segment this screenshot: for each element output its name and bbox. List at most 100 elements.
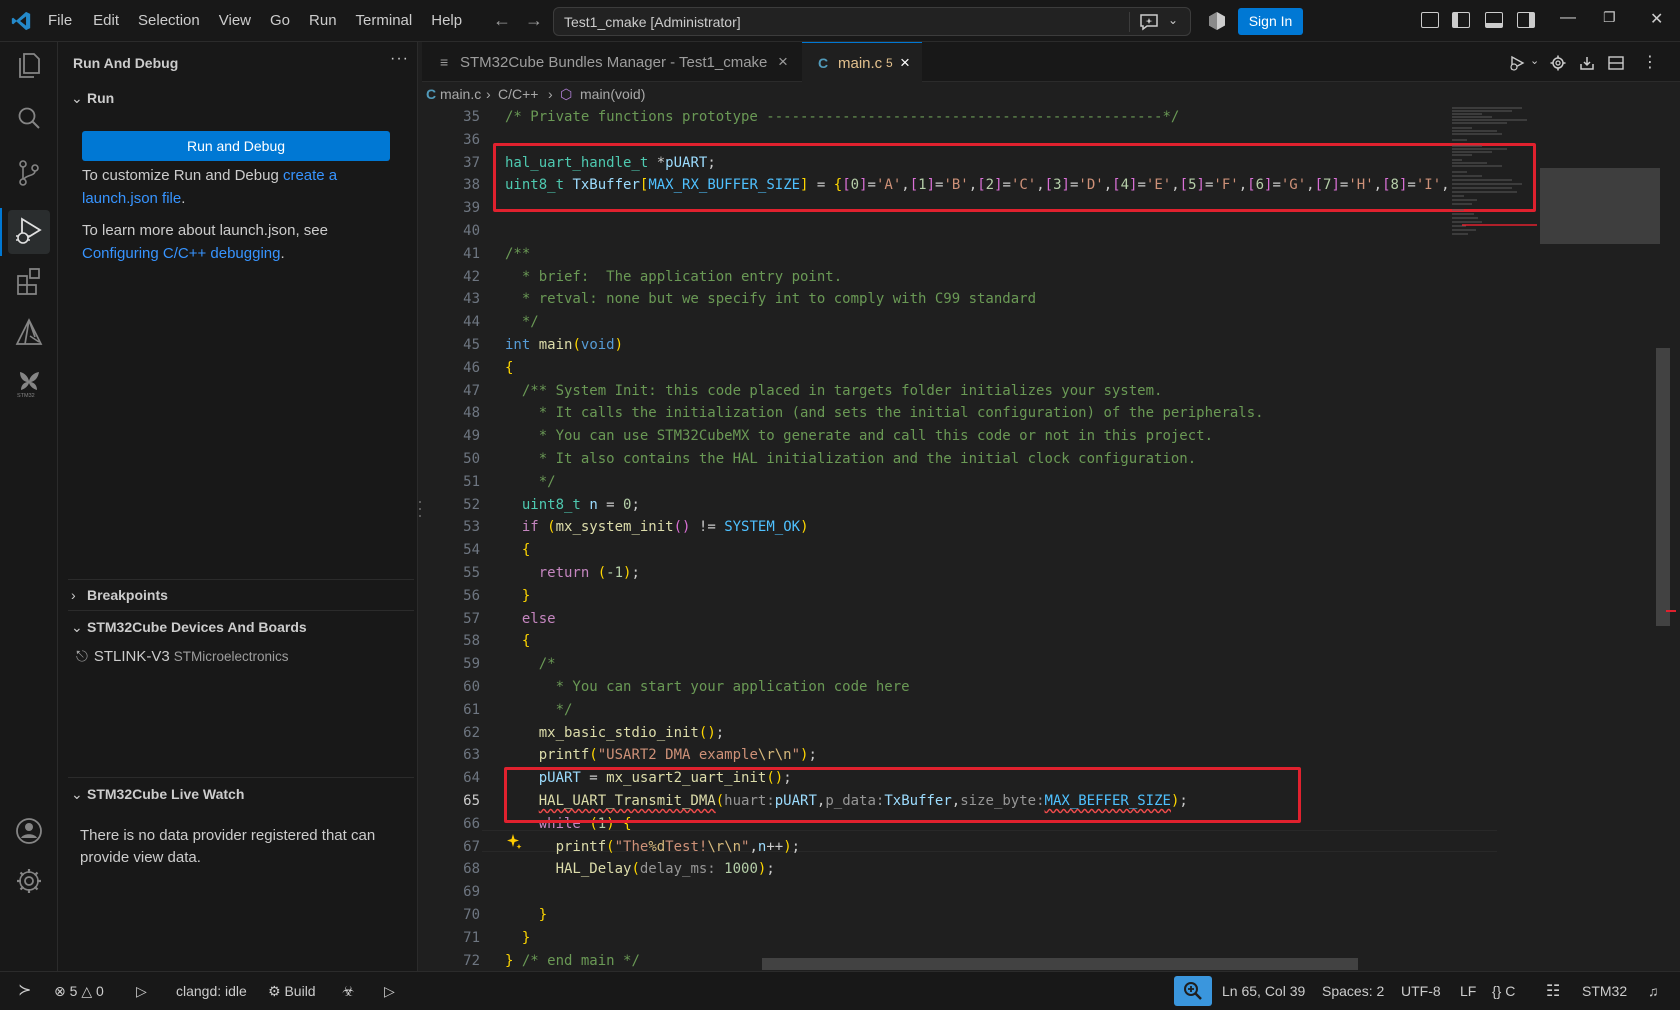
extensions-icon[interactable]	[12, 264, 46, 298]
menu-help[interactable]: Help	[431, 12, 462, 29]
menu-view[interactable]: View	[219, 12, 251, 29]
restore-window-icon[interactable]: ❐	[1603, 9, 1616, 26]
clangd-status[interactable]: clangd: idle	[176, 983, 247, 999]
code-line[interactable]: else	[505, 608, 556, 630]
code-line[interactable]: */	[505, 311, 539, 333]
stm32-icon[interactable]: STM32	[12, 366, 46, 400]
chevron-down-icon[interactable]: ⌄	[1530, 54, 1539, 67]
close-icon[interactable]: ×	[900, 53, 910, 73]
breadcrumb-lang[interactable]: C/C++	[498, 86, 538, 102]
notifications-bell-icon[interactable]: ♫	[1648, 983, 1659, 999]
sign-in-button[interactable]: Sign In	[1238, 8, 1303, 35]
code-line[interactable]: * You can start your application code he…	[505, 676, 910, 698]
indentation[interactable]: Spaces: 2	[1322, 983, 1384, 999]
menu-selection[interactable]: Selection	[138, 12, 200, 29]
end-of-line[interactable]: LF	[1460, 983, 1476, 999]
section-livewatch-header[interactable]: ⌄ STM32Cube Live Watch	[71, 786, 244, 803]
problems-indicator[interactable]: ⊗ 5 △ 0	[54, 983, 104, 1000]
section-breakpoints-header[interactable]: › Breakpoints	[71, 587, 168, 603]
customize-layout-icon[interactable]	[1421, 12, 1439, 28]
toggle-panel-icon[interactable]	[1485, 12, 1503, 28]
manage-gear-icon[interactable]	[12, 864, 46, 898]
code-line[interactable]: mx_basic_stdio_init();	[505, 722, 724, 744]
code-line[interactable]: /** System Init: this code placed in tar…	[505, 380, 1163, 402]
code-line[interactable]: /**	[505, 243, 530, 265]
copilot-icon[interactable]	[1206, 10, 1228, 32]
run-debug-dropdown-icon[interactable]	[1509, 54, 1527, 72]
code-line[interactable]: * You can use STM32CubeMX to generate an…	[505, 425, 1213, 447]
command-center-search[interactable]: Test1_cmake [Administrator] ⌄	[553, 7, 1191, 36]
code-line[interactable]: * brief: The application entry point.	[505, 266, 842, 288]
code-line[interactable]: printf("The%dTest!\r\n",n++);	[505, 836, 801, 858]
code-line[interactable]: * It calls the initialization (and sets …	[505, 402, 1264, 424]
code-line[interactable]: */	[505, 699, 573, 721]
section-devices-header[interactable]: ⌄ STM32Cube Devices And Boards	[71, 619, 307, 636]
build-button[interactable]: ⚙ Build	[268, 983, 316, 1000]
menu-edit[interactable]: Edit	[93, 12, 119, 29]
minimap-slider[interactable]	[1540, 168, 1660, 244]
menu-go[interactable]: Go	[270, 12, 290, 29]
explorer-icon[interactable]	[12, 48, 46, 82]
tab-bundles-manager[interactable]: ≡ STM32Cube Bundles Manager - Test1_cmak…	[422, 42, 800, 82]
forward-arrow-icon[interactable]: →	[525, 10, 543, 31]
code-line[interactable]: }	[505, 585, 530, 607]
code-line[interactable]: */	[505, 471, 556, 493]
code-line[interactable]: {	[505, 357, 513, 379]
copilot-status-icon[interactable]: ☷	[1546, 981, 1560, 1001]
toggle-primary-sidebar-icon[interactable]	[1452, 12, 1470, 28]
vertical-scrollbar[interactable]	[1656, 348, 1670, 626]
run-play-icon[interactable]: ▷	[384, 983, 395, 1000]
code-line[interactable]: }	[505, 904, 547, 926]
code-line[interactable]: * It also contains the HAL initializatio…	[505, 448, 1196, 470]
more-actions-icon[interactable]: ⋮	[1642, 52, 1658, 72]
code-line[interactable]: uint8_t n = 0;	[505, 494, 640, 516]
code-line[interactable]: int main(void)	[505, 334, 623, 356]
configuring-debugging-link[interactable]: Configuring C/C++ debugging	[82, 245, 280, 262]
code-line[interactable]: printf("USART2 DMA example\r\n");	[505, 744, 817, 766]
language-mode[interactable]: {} C	[1492, 983, 1515, 999]
remote-indicator-icon[interactable]: ≻	[18, 980, 31, 1000]
code-line[interactable]: if (mx_system_init() != SYSTEM_OK)	[505, 516, 809, 538]
source-control-icon[interactable]	[12, 156, 46, 190]
code-line[interactable]: return (-1);	[505, 562, 640, 584]
toggle-secondary-sidebar-icon[interactable]	[1517, 12, 1535, 28]
section-run-header[interactable]: ⌄ Run	[71, 90, 114, 107]
zoom-indicator[interactable]	[1174, 976, 1212, 1006]
code-line[interactable]: HAL_Delay(delay_ms: 1000);	[505, 858, 775, 880]
code-line[interactable]: } /* end main */	[505, 950, 640, 972]
chevron-down-icon[interactable]: ⌄	[1168, 13, 1178, 27]
code-line[interactable]: {	[505, 630, 530, 652]
code-line[interactable]: /*	[505, 653, 556, 675]
tab-main-c[interactable]: C main.c 5 ×	[802, 42, 922, 82]
cmake-icon[interactable]	[12, 316, 46, 350]
run-and-debug-button[interactable]: Run and Debug	[82, 131, 390, 161]
menu-run[interactable]: Run	[309, 12, 337, 29]
split-editor-icon[interactable]	[1607, 54, 1625, 72]
horizontal-scrollbar[interactable]	[762, 958, 1358, 970]
chat-icon[interactable]	[1138, 12, 1160, 32]
code-line[interactable]: * retval: none but we specify int to com…	[505, 288, 1036, 310]
encoding[interactable]: UTF-8	[1401, 983, 1441, 999]
accounts-icon[interactable]	[12, 814, 46, 848]
search-icon[interactable]	[12, 102, 46, 136]
debug-bug-icon[interactable]: ☣	[342, 983, 355, 1000]
more-actions-icon[interactable]: ···	[390, 50, 409, 68]
settings-gear-icon[interactable]	[1549, 54, 1567, 72]
close-icon[interactable]: ×	[778, 52, 788, 72]
code-line[interactable]: }	[505, 927, 530, 949]
breadcrumb-symbol[interactable]: main(void)	[580, 86, 645, 102]
cursor-position[interactable]: Ln 65, Col 39	[1222, 983, 1305, 999]
debug-launch-icon[interactable]: ▷	[136, 983, 147, 1000]
menu-terminal[interactable]: Terminal	[356, 12, 413, 29]
back-arrow-icon[interactable]: ←	[493, 10, 511, 31]
close-window-icon[interactable]: ✕	[1650, 9, 1663, 29]
minimize-window-icon[interactable]: —	[1560, 9, 1576, 27]
code-line[interactable]: /* Private functions prototype ---------…	[505, 106, 1179, 128]
device-stlink-item[interactable]: ⎋ STLINK-V3 STMicroelectronics	[76, 648, 289, 665]
download-icon[interactable]	[1578, 54, 1596, 72]
stm32-status[interactable]: STM32	[1582, 983, 1627, 999]
code-line[interactable]: {	[505, 539, 530, 561]
run-and-debug-icon[interactable]	[12, 214, 46, 248]
breadcrumb-file[interactable]: main.c	[440, 86, 481, 102]
menu-file[interactable]: File	[48, 12, 72, 29]
